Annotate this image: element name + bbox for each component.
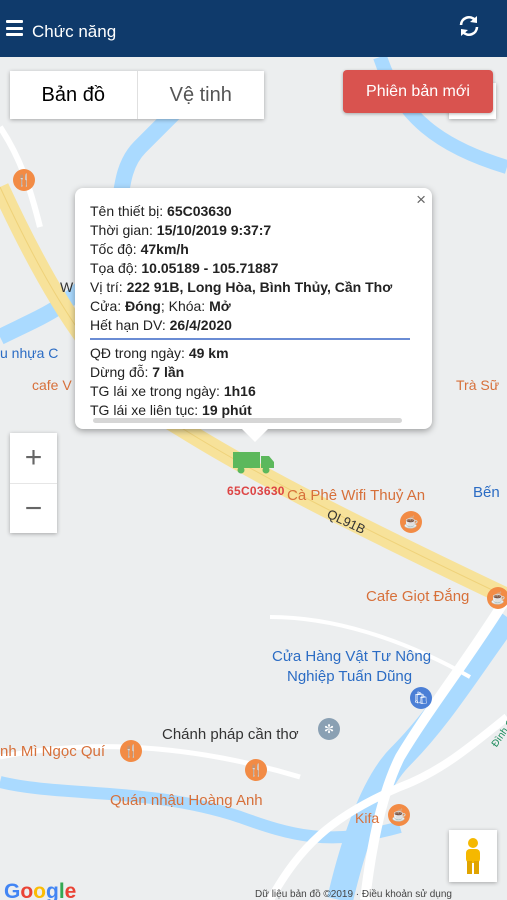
header-title[interactable]: Chức năng: [32, 22, 116, 42]
map-label-cafe-giot-dang: Cafe Giọt Đắng: [366, 588, 470, 605]
map-label-ca-phe-wifi: Cà Phê Wifi Thuỷ An: [287, 487, 426, 504]
zoom-out-button[interactable]: −: [10, 484, 57, 534]
map-label-w: W: [60, 279, 74, 295]
map-label-quan-nhau: Quán nhậu Hoàng Anh: [110, 792, 263, 809]
top-bar: Chức năng: [0, 0, 507, 57]
new-version-button[interactable]: Phiên bản mới: [343, 70, 493, 113]
vehicle-plate-label: 65C03630: [227, 484, 285, 498]
map-attribution[interactable]: Dữ liệu bản đồ ©2019 · Điều khoản sử dụn…: [255, 889, 452, 900]
map-type-satellite-button[interactable]: Vệ tinh: [136, 71, 265, 119]
restaurant-pin-icon[interactable]: 🍴: [120, 740, 142, 762]
zoom-control: + −: [10, 433, 57, 533]
map-label-quan-nhua: u nhựa C: [0, 345, 59, 361]
close-icon[interactable]: ×: [416, 190, 426, 210]
map-label-tra-sua: Trà Sữ: [456, 377, 500, 393]
map-label-cua-hang-1: Cửa Hàng Vật Tư Nông: [272, 648, 432, 665]
map-type-map-button[interactable]: Bản đồ: [10, 71, 137, 119]
street-view-pegman-icon[interactable]: [449, 830, 497, 882]
shop-pin-icon[interactable]: 🛍: [410, 687, 432, 709]
map-label-chanh-phap: Chánh pháp cần thơ: [162, 726, 299, 743]
map-label-cua-hang-2: Nghiệp Tuấn Dũng: [287, 668, 413, 685]
cafe-pin-icon[interactable]: ☕: [400, 511, 422, 533]
popup-horizontal-scrollbar[interactable]: [93, 418, 402, 423]
refresh-icon[interactable]: [457, 14, 481, 38]
map-label-banh-mi: nh Mì Ngọc Quí: [0, 743, 106, 760]
map-label-ben: Bến: [473, 484, 500, 501]
restaurant-pin-icon[interactable]: 🍴: [245, 759, 267, 781]
popup-body: Tên thiết bị: 65C03630 Thời gian: 15/10/…: [90, 202, 410, 420]
map-label-kifa: Kifa: [355, 810, 380, 826]
truck-icon[interactable]: [233, 452, 275, 474]
restaurant-pin-icon[interactable]: 🍴: [13, 169, 35, 191]
google-logo: Google: [4, 880, 77, 900]
place-of-worship-pin-icon[interactable]: ✼: [318, 718, 340, 740]
hamburger-menu-icon[interactable]: [6, 20, 23, 36]
popup-divider: [90, 338, 410, 340]
map-label-cafe-v: cafe V: [32, 377, 72, 393]
map-view[interactable]: Bản đồ Vệ tinh Phiên bản mới + − 🍴 cafe …: [0, 57, 507, 900]
cafe-pin-icon[interactable]: ☕: [487, 587, 507, 609]
cafe-pin-icon[interactable]: ☕: [388, 804, 410, 826]
vehicle-info-popup: × Tên thiết bị: 65C03630 Thời gian: 15/1…: [75, 188, 432, 442]
zoom-in-button[interactable]: +: [10, 433, 57, 484]
map-type-control: Bản đồ Vệ tinh: [10, 71, 264, 119]
